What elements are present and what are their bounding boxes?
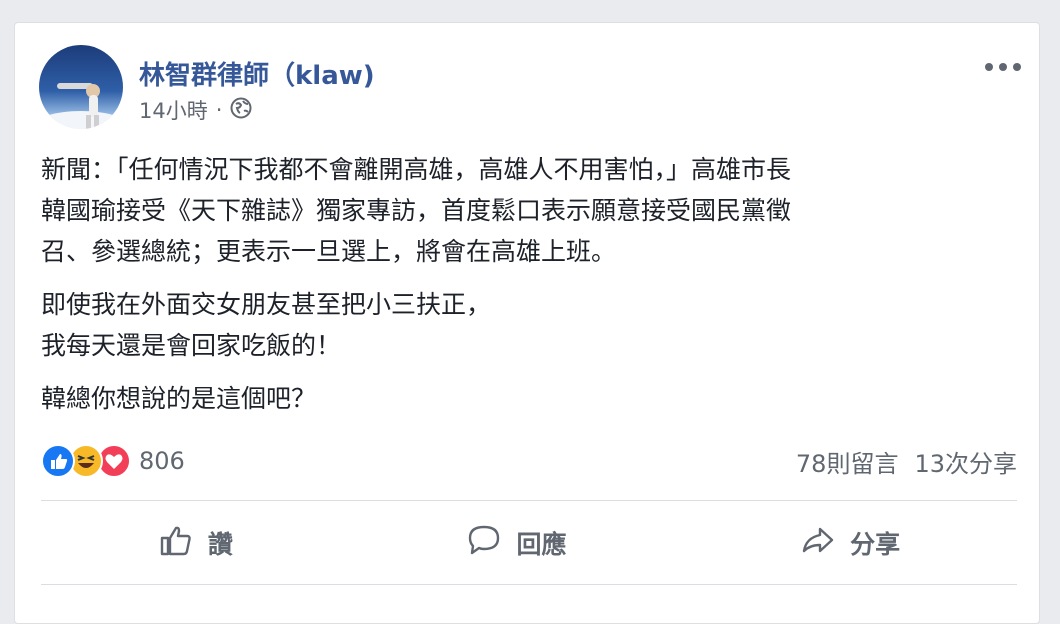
meta-separator: · <box>215 98 223 122</box>
like-button[interactable]: 讚 <box>158 522 233 564</box>
post-paragraph: 即使我在外面交女朋友甚至把小三扶正， 我每天還是會回家吃飯的！ <box>41 290 492 360</box>
avatar-image <box>39 83 123 129</box>
post-body: 新聞：「任何情況下我都不會離開高雄，高雄人不用害怕，」高雄市長 韓國瑜接受《天下… <box>41 149 1021 431</box>
avatar[interactable] <box>39 45 123 129</box>
divider <box>41 584 1017 585</box>
like-reaction-icon <box>41 444 75 478</box>
like-label: 讚 <box>207 530 233 559</box>
action-bar: 讚 回應 分享 <box>41 511 1017 575</box>
post-paragraph: 新聞：「任何情況下我都不會離開高雄，高雄人不用害怕，」高雄市長 韓國瑜接受《天下… <box>41 155 792 266</box>
globe-icon[interactable] <box>230 97 252 124</box>
comment-button[interactable]: 回應 <box>466 522 566 564</box>
post-stats: 78則留言 13次分享 <box>796 443 1017 479</box>
post-meta: 14小時 · <box>139 95 252 125</box>
comment-count[interactable]: 78則留言 <box>796 444 899 479</box>
comment-icon <box>466 522 502 564</box>
share-button[interactable]: 分享 <box>800 522 900 564</box>
comment-label: 回應 <box>516 530 567 559</box>
post-card: 林智群律師（klaw) 14小時 · 新聞：「任何情況下我都不會離開高雄，高雄人… <box>14 22 1040 624</box>
post-time[interactable]: 14小時 <box>139 95 208 125</box>
thumbs-up-icon <box>158 522 194 564</box>
share-label: 分享 <box>850 530 901 559</box>
reaction-count: 806 <box>139 447 185 475</box>
reactions-summary[interactable]: 806 <box>41 443 185 479</box>
share-count[interactable]: 13次分享 <box>914 444 1017 479</box>
share-icon <box>800 522 836 564</box>
post-paragraph: 韓總你想說的是這個吧？ <box>41 384 317 413</box>
divider <box>41 500 1017 501</box>
more-icon[interactable] <box>985 59 1021 75</box>
author-name[interactable]: 林智群律師（klaw) <box>139 55 375 92</box>
